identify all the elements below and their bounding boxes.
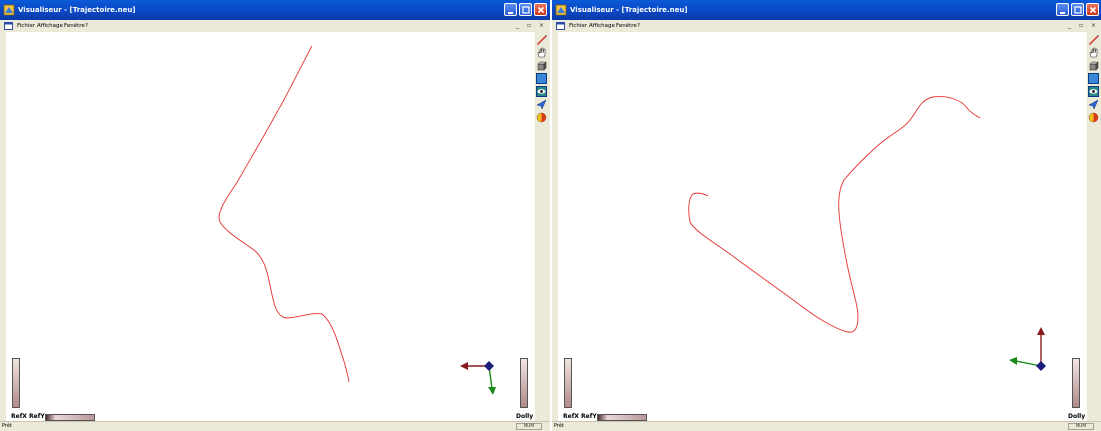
menu-fenetre[interactable]: Fenêtre: [616, 20, 637, 32]
trajectory-plot: [688, 96, 1046, 371]
axis-z-marker: [484, 361, 494, 371]
refx-slider[interactable]: [597, 414, 647, 421]
title-bar[interactable]: Visualiseur - [Trajectoire.neu]: [552, 0, 1101, 20]
3d-viewport[interactable]: RefX RefY Dolly: [6, 32, 535, 421]
trajectory-plot: [218, 45, 496, 395]
viewer-window-left: Visualiseur - [Trajectoire.neu] Fichier …: [0, 0, 550, 431]
axis-triad: [1009, 327, 1046, 371]
refy-slider[interactable]: [564, 358, 572, 408]
shading-icon[interactable]: [1088, 112, 1099, 123]
trajectory-path: [688, 96, 981, 333]
dolly-slider[interactable]: [1072, 358, 1080, 408]
window-title: Visualiseur - [Trajectoire.neu]: [18, 6, 136, 14]
hand-pan-icon[interactable]: [536, 47, 547, 58]
trajectory-path: [218, 45, 350, 383]
eye-view-icon[interactable]: [536, 86, 547, 97]
refy-slider[interactable]: [12, 358, 20, 408]
app-icon: [3, 4, 15, 16]
menu-bar: Fichier Affichage Fenêtre ? _ ▫ ×: [552, 20, 1101, 32]
refx-slider[interactable]: [45, 414, 95, 421]
axis-x-head: [460, 362, 468, 370]
menu-affichage[interactable]: Affichage: [589, 20, 615, 32]
app-icon: [555, 4, 567, 16]
title-bar[interactable]: Visualiseur - [Trajectoire.neu]: [0, 0, 550, 20]
axis-z-marker: [1036, 361, 1046, 371]
rotate-icon[interactable]: [1088, 60, 1099, 71]
shading-icon[interactable]: [536, 112, 547, 123]
pencil-icon[interactable]: [536, 34, 547, 45]
tool-palette: [535, 32, 548, 421]
num-lock-indicator: NUM: [516, 423, 542, 430]
pencil-icon[interactable]: [1088, 34, 1099, 45]
document-icon: [4, 22, 13, 30]
window-title: Visualiseur - [Trajectoire.neu]: [570, 6, 688, 14]
menu-fichier[interactable]: Fichier: [17, 20, 35, 32]
axis-y-head: [488, 387, 496, 395]
viewer-window-right: Visualiseur - [Trajectoire.neu] Fichier …: [552, 0, 1101, 431]
3d-viewport[interactable]: RefX RefY Dolly: [558, 32, 1087, 421]
refxrefy-label: RefX RefY: [563, 413, 597, 420]
menu-fichier[interactable]: Fichier: [569, 20, 587, 32]
maximize-button[interactable]: [1071, 3, 1084, 16]
menu-affichage[interactable]: Affichage: [37, 20, 63, 32]
fly-icon[interactable]: [536, 99, 547, 110]
tool-palette: [1087, 32, 1100, 421]
minimize-button[interactable]: [1056, 3, 1069, 16]
fly-icon[interactable]: [1088, 99, 1099, 110]
menu-help[interactable]: ?: [85, 20, 88, 32]
maximize-button[interactable]: [519, 3, 532, 16]
hand-pan-icon[interactable]: [1088, 47, 1099, 58]
close-button[interactable]: [1086, 3, 1099, 16]
mdi-child-buttons[interactable]: _ ▫ ×: [1068, 21, 1099, 31]
close-button[interactable]: [534, 3, 547, 16]
zoom-box-icon[interactable]: [1088, 73, 1099, 84]
dolly-slider[interactable]: [520, 358, 528, 408]
minimize-button[interactable]: [504, 3, 517, 16]
axis-up-head: [1037, 327, 1045, 335]
menu-fenetre[interactable]: Fenêtre: [64, 20, 85, 32]
eye-view-icon[interactable]: [1088, 86, 1099, 97]
menu-bar: Fichier Affichage Fenêtre ? _ ▫ ×: [0, 20, 550, 32]
dolly-label: Dolly: [516, 413, 534, 420]
axis-left-head: [1009, 357, 1017, 365]
mdi-child-buttons[interactable]: _ ▫ ×: [516, 21, 547, 31]
zoom-box-icon[interactable]: [536, 73, 547, 84]
dolly-label: Dolly: [1068, 413, 1086, 420]
menu-help[interactable]: ?: [637, 20, 640, 32]
axis-triad: [460, 361, 496, 395]
num-lock-indicator: NUM: [1068, 423, 1094, 430]
refxrefy-label: RefX RefY: [11, 413, 45, 420]
rotate-icon[interactable]: [536, 60, 547, 71]
document-icon: [556, 22, 565, 30]
